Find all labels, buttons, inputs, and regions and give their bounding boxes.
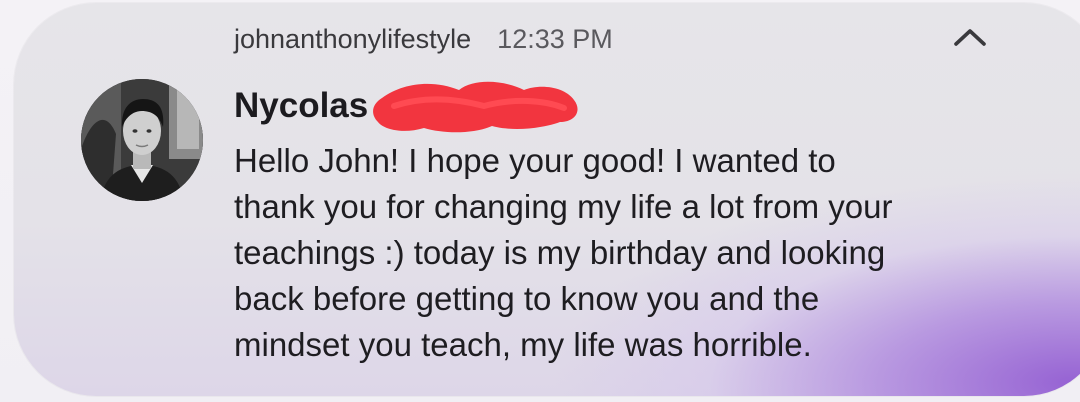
message-line: back before getting to know you and the [234,280,820,317]
message-body: Hello John! I hope your good! I wanted t… [234,138,1024,368]
avatar [81,79,203,201]
notification-time: 12:33 PM [497,23,613,54]
profile-photo [81,79,203,201]
redaction-scribble [373,81,578,133]
notification-header: johnanthonylifestyle 12:33 PM [234,20,613,58]
sender-name: Nycolas [234,86,369,125]
message-line: teachings :) today is my birthday and lo… [234,234,886,271]
app-name: johnanthonylifestyle [234,23,472,54]
message-line: Hello John! I hope your good! I wanted t… [234,142,836,179]
screen: johnanthonylifestyle 12:33 PM Nycolas He… [0,0,1080,402]
chevron-up-icon[interactable] [950,22,990,52]
message-line: mindset you teach, my life was horrible. [234,326,812,363]
message-line: thank you for changing my life a lot fro… [234,188,893,225]
